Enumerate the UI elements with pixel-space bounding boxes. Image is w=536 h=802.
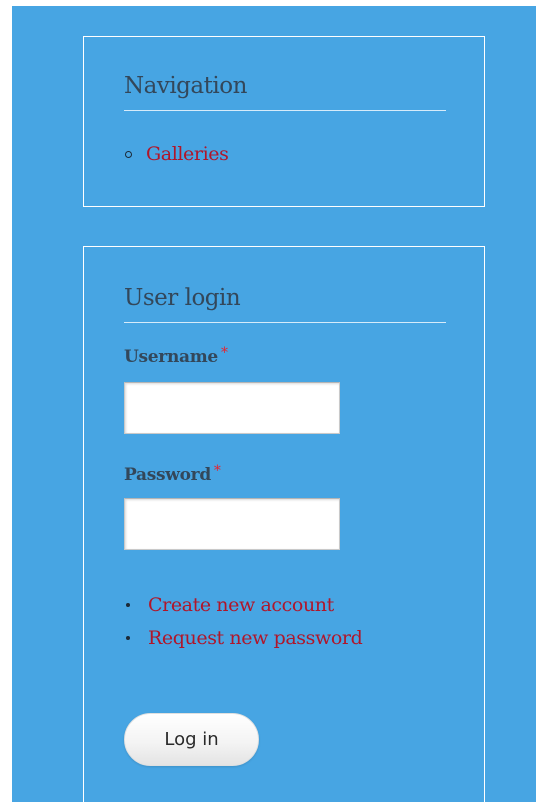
- navigation-title-divider: [124, 110, 446, 111]
- navigation-block: Navigation Galleries: [83, 36, 485, 207]
- username-input[interactable]: [124, 382, 340, 434]
- log-in-button[interactable]: Log in: [124, 713, 259, 766]
- list-item: Request new password: [124, 621, 363, 654]
- navigation-item-galleries: Galleries: [124, 141, 229, 167]
- request-new-password-link[interactable]: Request new password: [148, 627, 363, 649]
- password-label: Password *: [124, 463, 221, 485]
- username-label-text: Username: [124, 347, 218, 367]
- username-required-marker: *: [220, 345, 228, 361]
- list-item: Create new account: [124, 588, 362, 621]
- username-label: Username *: [124, 345, 228, 367]
- password-input[interactable]: [124, 498, 340, 550]
- password-label-text: Password: [124, 465, 211, 485]
- user-login-links: Create new account Request new password: [124, 588, 363, 654]
- password-required-marker: *: [213, 463, 221, 479]
- galleries-link[interactable]: Galleries: [146, 143, 229, 165]
- user-login-block: User login Username * Password * Create ne…: [83, 246, 485, 802]
- navigation-title: Navigation: [124, 73, 247, 99]
- sidebar: Navigation Galleries User login Username…: [12, 6, 536, 802]
- create-new-account-link[interactable]: Create new account: [148, 594, 334, 616]
- user-login-title-divider: [124, 322, 446, 323]
- navigation-menu: Galleries: [124, 141, 229, 167]
- dot-bullet-icon: [126, 602, 130, 607]
- circle-bullet-icon: [125, 150, 132, 158]
- user-login-title: User login: [124, 285, 241, 311]
- dot-bullet-icon: [126, 635, 130, 640]
